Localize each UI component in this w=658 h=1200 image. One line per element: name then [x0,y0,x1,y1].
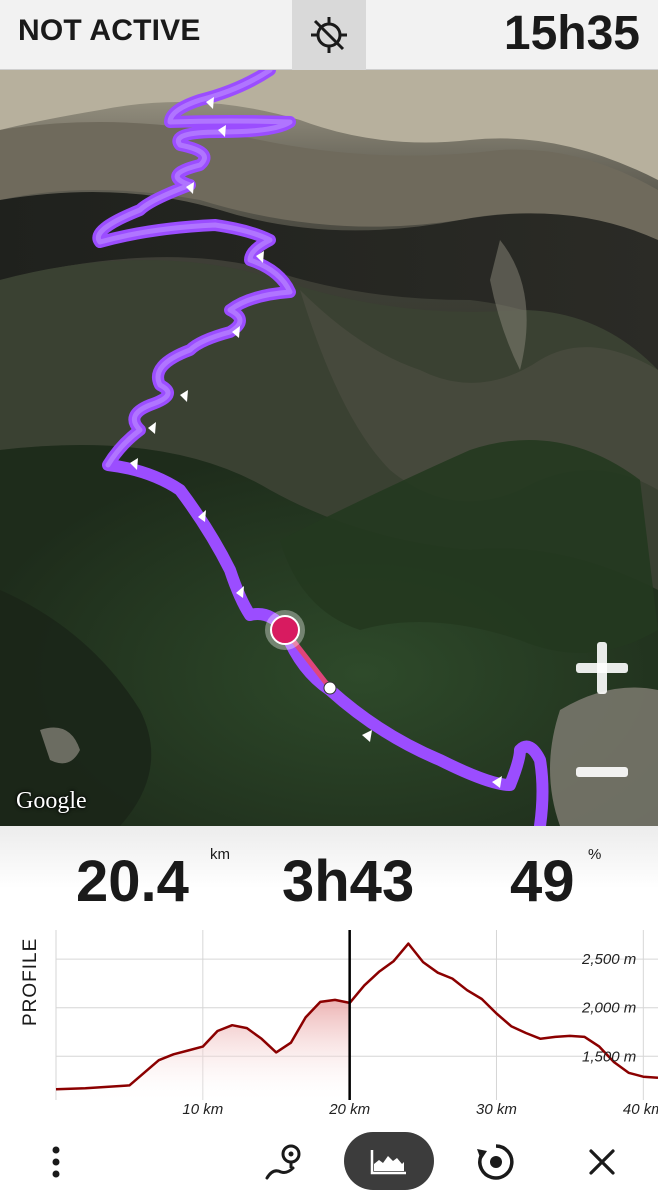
y-tick-label: 2,000 m [581,1000,636,1017]
x-tick-label: 10 km [182,1101,223,1118]
profile-toggle-button[interactable] [344,1132,434,1190]
bottom-toolbar [0,1126,658,1200]
route-pin-icon [265,1144,301,1180]
distance-value: 20.4 [76,849,189,914]
elevation-profile[interactable]: PROFILE 10 km20 km30 km40 km2,500 m2,000… [0,930,658,1126]
current-position-marker [270,615,300,645]
y-tick-label: 2,500 m [581,951,636,968]
gps-toggle-button[interactable] [292,0,366,70]
recenter-icon [477,1144,514,1180]
clock: 15h35 [503,7,640,60]
zoom-out-button[interactable] [570,740,634,804]
tracking-status: NOT ACTIVE [18,14,201,47]
satellite-terrain [0,70,658,826]
distance-unit: km [210,846,230,863]
stats-panel: 20.4 km 3h43 49 % [0,826,658,930]
more-vertical-icon [52,1146,60,1178]
gps-off-icon [311,17,347,53]
progress-unit: % [588,846,602,863]
elevation-chart: 10 km 20 km 30 km 40 km 2,500 m 2,000 m 1,500 … [55,930,658,1118]
recenter-button[interactable] [472,1130,520,1194]
elevation-line [55,942,658,1091]
close-button[interactable] [580,1130,624,1194]
plus-icon [576,642,628,694]
progress-value: 49 [510,849,575,914]
x-tick-label: 30 km [476,1101,517,1118]
top-bar: NOT ACTIVE 15h35 [0,0,658,70]
zoom-in-button[interactable] [570,636,634,700]
elapsed-time: 3h43 [282,849,415,914]
close-icon [589,1149,615,1175]
y-tick-label: 1,500 m [582,1048,636,1065]
minus-icon [576,767,628,777]
x-tick-label: 40 km [623,1101,658,1118]
more-menu-button[interactable] [34,1130,78,1194]
map-view[interactable]: Google [0,70,658,826]
google-attribution: Google [16,788,87,814]
elevation-profile-icon [370,1150,406,1175]
route-button[interactable] [260,1130,310,1194]
x-tick-label: 20 km [328,1101,370,1118]
